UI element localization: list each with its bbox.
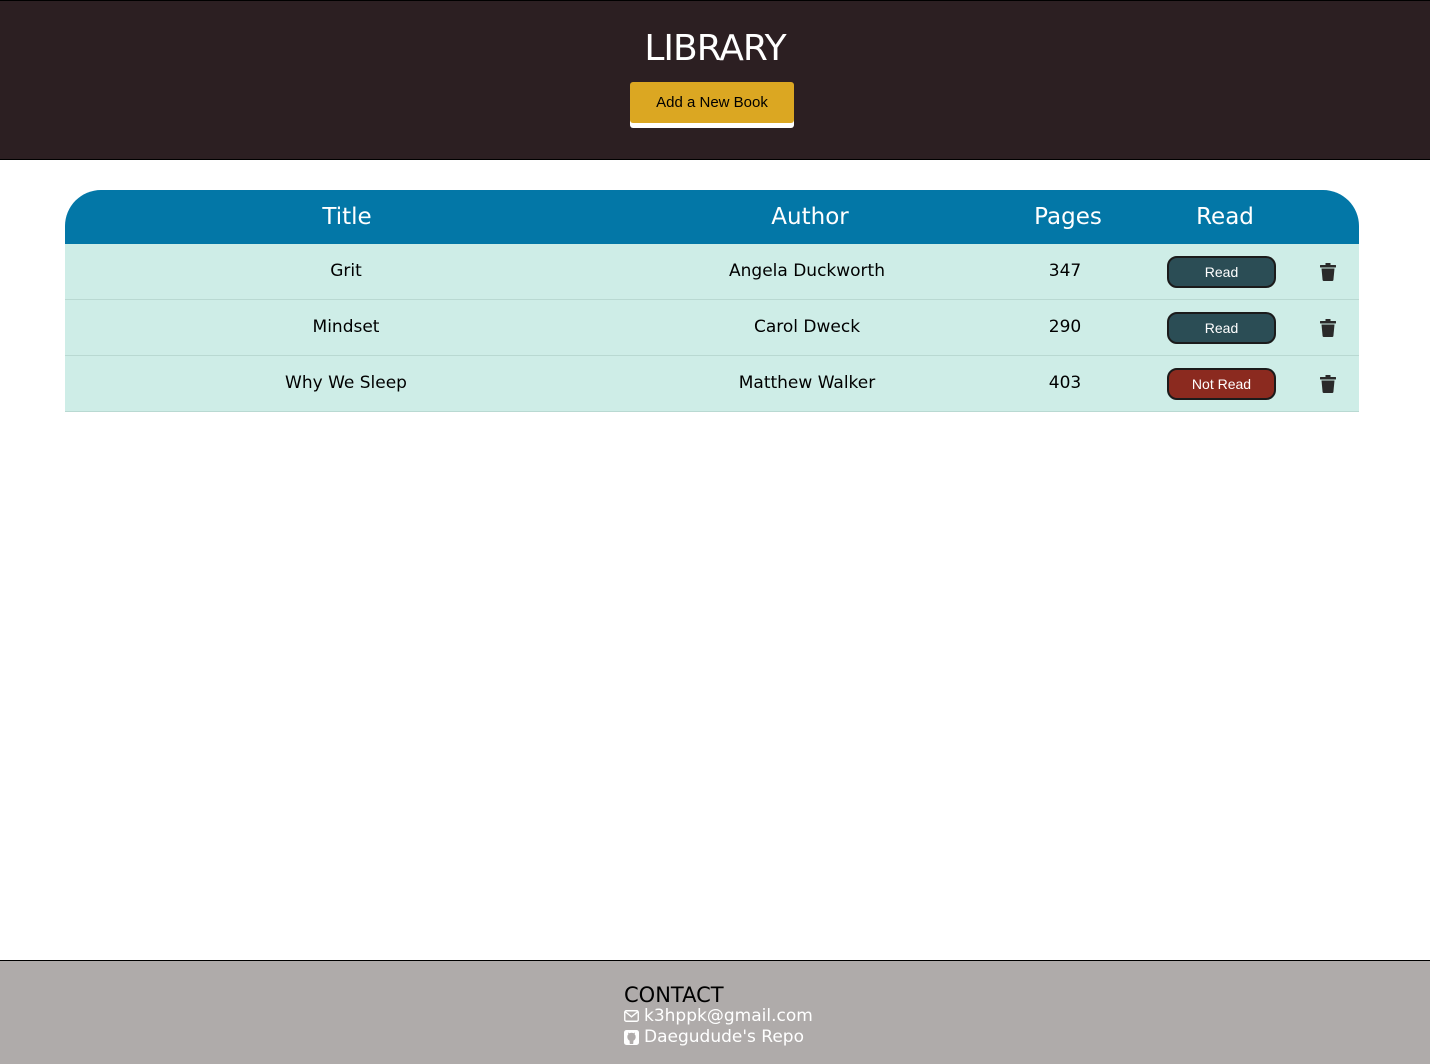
table-header: Title Author Pages Read — [65, 190, 1359, 244]
email-link[interactable]: k3hppk@gmail.com — [624, 1006, 813, 1026]
book-pages: 403 — [1048, 373, 1082, 393]
table-row: Grit Angela Duckworth 347 Read — [65, 244, 1359, 300]
column-header-read: Read — [1196, 204, 1254, 230]
envelope-icon — [624, 1010, 639, 1022]
github-icon — [624, 1029, 639, 1045]
book-title: Why We Sleep — [285, 373, 407, 393]
read-status-toggle[interactable]: Read — [1167, 312, 1276, 344]
trash-icon[interactable] — [1320, 263, 1336, 281]
add-book-button[interactable]: Add a New Book — [630, 82, 794, 123]
repo-text: Daegudude's Repo — [644, 1027, 804, 1047]
trash-icon[interactable] — [1320, 319, 1336, 337]
trash-icon[interactable] — [1320, 375, 1336, 393]
column-header-pages: Pages — [1034, 204, 1102, 230]
page-title: LIBRARY — [644, 28, 786, 69]
contact-heading: CONTACT — [624, 983, 724, 1007]
books-table: Title Author Pages Read Grit Angela Duck… — [65, 190, 1359, 412]
book-author: Carol Dweck — [753, 317, 861, 337]
read-status-toggle[interactable]: Not Read — [1167, 368, 1276, 400]
table-row: Why We Sleep Matthew Walker 403 Not Read — [65, 356, 1359, 412]
book-pages: 290 — [1048, 317, 1082, 337]
page-footer: CONTACT k3hppk@gmail.com Daegudude's Rep… — [0, 960, 1430, 1064]
book-author: Angela Duckworth — [729, 261, 885, 281]
book-title: Mindset — [312, 317, 380, 337]
page-header: LIBRARY Add a New Book — [0, 0, 1430, 160]
column-header-title: Title — [322, 204, 372, 230]
book-author: Matthew Walker — [738, 373, 876, 393]
book-title: Grit — [330, 261, 362, 281]
table-row: Mindset Carol Dweck 290 Read — [65, 300, 1359, 356]
book-pages: 347 — [1048, 261, 1082, 281]
email-text: k3hppk@gmail.com — [644, 1006, 813, 1026]
read-status-toggle[interactable]: Read — [1167, 256, 1276, 288]
column-header-author: Author — [771, 204, 849, 230]
repo-link[interactable]: Daegudude's Repo — [624, 1027, 804, 1047]
